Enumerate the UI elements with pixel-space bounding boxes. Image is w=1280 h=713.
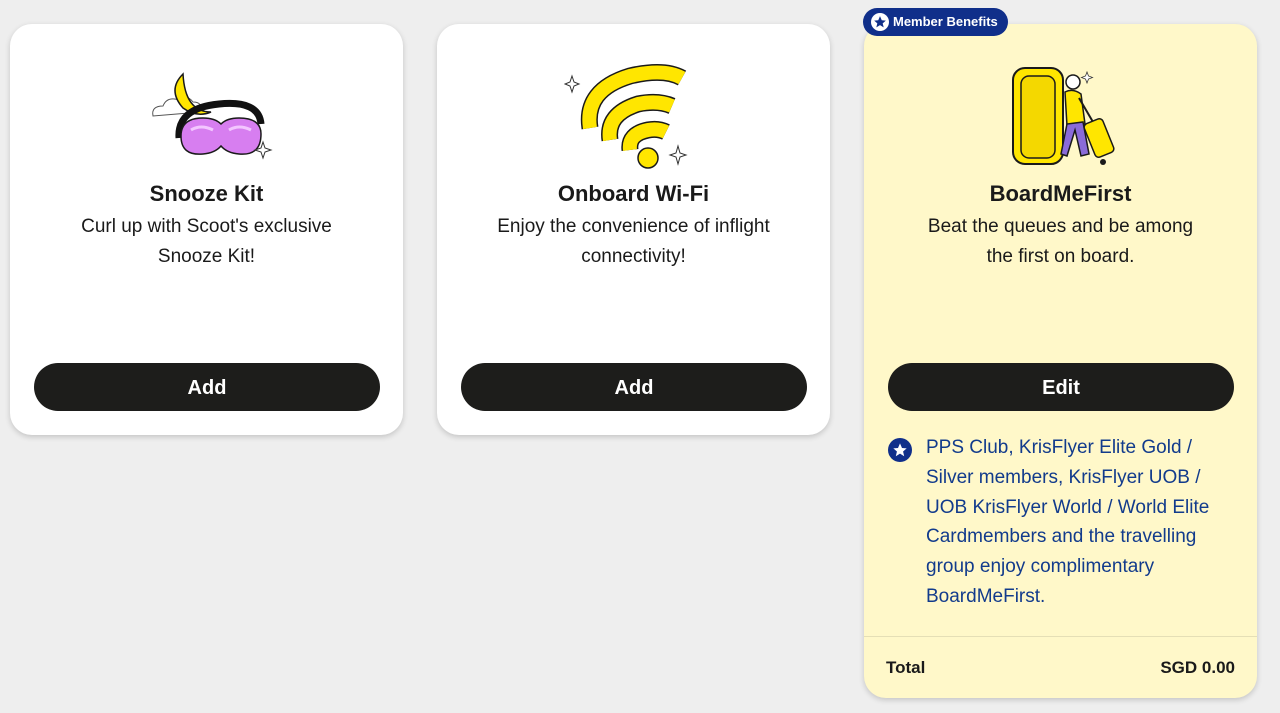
member-benefit-note: PPS Club, KrisFlyer Elite Gold / Silver …: [888, 433, 1235, 612]
star-icon: [888, 438, 912, 462]
badge-label: Member Benefits: [893, 14, 998, 29]
total-label: Total: [886, 658, 926, 677]
traveller-boarding-illustration: [1011, 67, 1115, 165]
divider: [864, 636, 1257, 637]
card-description: Beat the queues and be among the first o…: [927, 216, 1194, 267]
boardmefirst-card: Member Benefits BoardMeFirst Beat the qu…: [863, 8, 1257, 698]
card-title: Snooze Kit: [149, 181, 264, 206]
card-title: BoardMeFirst: [989, 181, 1132, 206]
benefit-text: PPS Club, KrisFlyer Elite Gold / Silver …: [926, 437, 1210, 607]
edit-boardmefirst-button[interactable]: Edit: [888, 363, 1234, 411]
member-benefits-badge: Member Benefits: [863, 8, 1008, 36]
sleep-mask-moon-illustration: [151, 72, 273, 160]
card-title: Onboard Wi-Fi: [557, 181, 710, 206]
card-description: Curl up with Scoot's exclusive Snooze Ki…: [81, 216, 332, 267]
add-wifi-button[interactable]: Add: [461, 363, 807, 411]
snooze-kit-card: Snooze Kit Curl up with Scoot's exclusiv…: [10, 24, 403, 435]
onboard-wifi-card: Onboard Wi-Fi Enjoy the convenience of i…: [437, 24, 830, 435]
add-snooze-kit-button[interactable]: Add: [34, 363, 380, 411]
wifi-signal-illustration: [563, 64, 688, 169]
card-description: Enjoy the convenience of inflight connec…: [497, 216, 770, 267]
star-icon: [871, 13, 889, 31]
total-value: SGD 0.00: [1160, 658, 1235, 677]
